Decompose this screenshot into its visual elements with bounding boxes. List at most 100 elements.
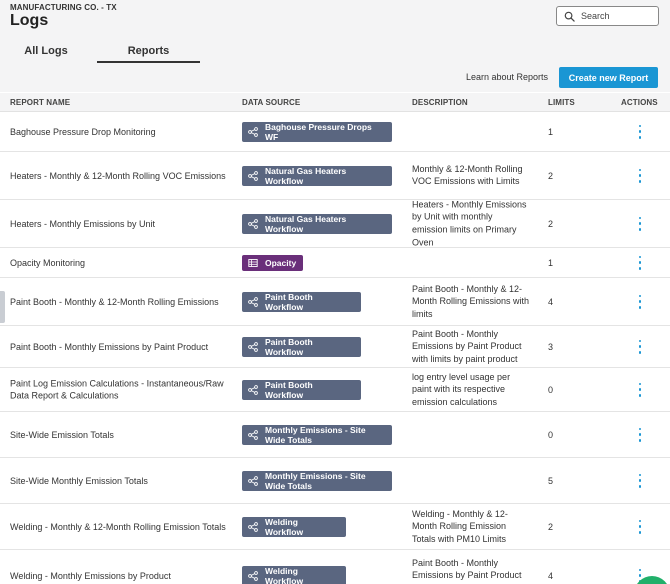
data-source-label: Paint Booth Workflow bbox=[265, 336, 313, 357]
report-limits: 5 bbox=[548, 475, 554, 486]
kebab-menu-icon bbox=[638, 519, 642, 523]
report-name[interactable]: Welding - Monthly Emissions by Product bbox=[10, 569, 232, 582]
kebab-menu-icon bbox=[638, 427, 642, 431]
data-source-label: Paint Booth Workflow bbox=[265, 379, 313, 400]
report-description: Welding - Monthly & 12-Month Rolling Emi… bbox=[412, 508, 508, 544]
table-row[interactable]: Welding - Monthly & 12-Month Rolling Emi… bbox=[0, 504, 670, 550]
report-limits: 4 bbox=[548, 296, 554, 307]
data-source-tag[interactable]: Welding Workflow bbox=[242, 516, 346, 537]
data-source-label: Natural Gas Heaters Workflow bbox=[265, 165, 347, 186]
report-description: Paint Booth - Monthly & 12-Month Rolling… bbox=[412, 283, 530, 319]
column-actions: ACTIONS bbox=[621, 98, 658, 107]
row-actions-menu[interactable] bbox=[634, 339, 646, 354]
workflow-icon bbox=[248, 341, 258, 352]
workflow-icon bbox=[248, 170, 258, 181]
row-actions-menu[interactable] bbox=[634, 427, 646, 442]
report-name[interactable]: Site-Wide Emission Totals bbox=[10, 428, 232, 441]
tab-reports[interactable]: Reports bbox=[97, 40, 200, 63]
search-icon bbox=[564, 11, 575, 22]
report-name[interactable]: Paint Booth - Monthly Emissions by Paint… bbox=[10, 340, 232, 353]
data-source-label: Natural Gas Heaters Workflow bbox=[265, 213, 347, 234]
data-source-tag[interactable]: Baghouse Pressure Drops WF bbox=[242, 121, 392, 142]
table-row[interactable]: Paint Log Emission Calculations - Instan… bbox=[0, 368, 670, 412]
data-source-tag[interactable]: Monthly Emissions - Site Wide Totals bbox=[242, 424, 392, 445]
table-header: REPORT NAME DATA SOURCE DESCRIPTION LIMI… bbox=[0, 93, 670, 112]
data-source-tag[interactable]: Natural Gas Heaters Workflow bbox=[242, 165, 392, 186]
workflow-icon bbox=[248, 126, 258, 137]
table-row[interactable]: Paint Booth - Monthly & 12-Month Rolling… bbox=[0, 278, 670, 326]
table-row[interactable]: Paint Booth - Monthly Emissions by Paint… bbox=[0, 326, 670, 368]
data-source-tag[interactable]: Opacity bbox=[242, 254, 303, 271]
report-name[interactable]: Heaters - Monthly & 12-Month Rolling VOC… bbox=[10, 169, 232, 182]
kebab-menu-icon bbox=[638, 168, 642, 172]
search-box[interactable] bbox=[556, 6, 659, 26]
data-source-label: Paint Booth Workflow bbox=[265, 291, 313, 312]
report-description: Paint Booth - Monthly Emissions by Paint… bbox=[412, 328, 522, 364]
workflow-icon bbox=[248, 218, 258, 229]
data-source-label: Welding Workflow bbox=[265, 565, 304, 584]
report-name[interactable]: Opacity Monitoring bbox=[10, 256, 232, 269]
row-actions-menu[interactable] bbox=[634, 216, 646, 231]
report-name[interactable]: Heaters - Monthly Emissions by Unit bbox=[10, 217, 232, 230]
row-actions-menu[interactable] bbox=[634, 473, 646, 488]
report-name[interactable]: Paint Log Emission Calculations - Instan… bbox=[10, 377, 232, 402]
create-report-button[interactable]: Create new Report bbox=[559, 67, 658, 88]
data-source-label: Monthly Emissions - Site Wide Totals bbox=[265, 424, 366, 445]
row-actions-menu[interactable] bbox=[634, 382, 646, 397]
tab-bar: All Logs Reports bbox=[0, 40, 670, 63]
reports-toolbar: Learn about Reports Create new Report bbox=[0, 63, 670, 93]
report-limits: 0 bbox=[548, 384, 554, 395]
report-limits: 2 bbox=[548, 170, 554, 181]
data-source-tag[interactable]: Natural Gas Heaters Workflow bbox=[242, 213, 392, 234]
learn-about-reports-link[interactable]: Learn about Reports bbox=[466, 72, 548, 82]
data-source-tag[interactable]: Paint Booth Workflow bbox=[242, 291, 361, 312]
report-name[interactable]: Welding - Monthly & 12-Month Rolling Emi… bbox=[10, 520, 232, 533]
workflow-icon bbox=[248, 429, 258, 440]
row-actions-menu[interactable] bbox=[634, 168, 646, 183]
table-row[interactable]: Baghouse Pressure Drop Monitoring Baghous… bbox=[0, 112, 670, 152]
search-input[interactable] bbox=[581, 11, 656, 21]
report-limits: 1 bbox=[548, 257, 554, 268]
workflow-icon bbox=[248, 296, 258, 307]
report-limits: 2 bbox=[548, 521, 554, 532]
report-description: Heaters - Monthly Emissions by Unit with… bbox=[412, 198, 527, 248]
report-limits: 1 bbox=[548, 126, 554, 137]
table-row[interactable]: Site-Wide Monthly Emission Totals Monthly… bbox=[0, 458, 670, 504]
tab-all-logs[interactable]: All Logs bbox=[0, 40, 92, 63]
table-row[interactable]: Heaters - Monthly Emissions by Unit Natur… bbox=[0, 198, 670, 248]
report-name[interactable]: Baghouse Pressure Drop Monitoring bbox=[10, 125, 232, 138]
report-description: Paint Booth - Monthly Emissions by Paint… bbox=[412, 557, 529, 584]
report-description: log entry level usage per paint with its… bbox=[412, 371, 511, 407]
report-limits: 2 bbox=[548, 218, 554, 229]
column-description: DESCRIPTION bbox=[412, 98, 468, 107]
data-source-tag[interactable]: Welding Workflow bbox=[242, 565, 346, 584]
table-row[interactable]: Heaters - Monthly & 12-Month Rolling VOC… bbox=[0, 152, 670, 200]
report-limits: 3 bbox=[548, 341, 554, 352]
row-actions-menu[interactable] bbox=[634, 255, 646, 270]
report-name[interactable]: Site-Wide Monthly Emission Totals bbox=[10, 474, 232, 487]
report-name[interactable]: Paint Booth - Monthly & 12-Month Rolling… bbox=[10, 295, 232, 308]
kebab-menu-icon bbox=[638, 473, 642, 477]
row-actions-menu[interactable] bbox=[634, 294, 646, 309]
table-row[interactable]: Welding - Monthly Emissions by Product We… bbox=[0, 550, 670, 584]
page-title: Logs bbox=[10, 12, 49, 29]
column-data-source: DATA SOURCE bbox=[242, 98, 301, 107]
table-row[interactable]: Site-Wide Emission Totals Monthly Emissio… bbox=[0, 412, 670, 458]
workflow-icon bbox=[248, 384, 258, 395]
report-description: Monthly & 12-Month Rolling VOC Emissions… bbox=[412, 163, 523, 187]
table-row[interactable]: Opacity Monitoring Opacity 1 bbox=[0, 248, 670, 278]
workflow-icon bbox=[248, 475, 258, 486]
workflow-icon bbox=[248, 570, 258, 581]
data-source-label: Baghouse Pressure Drops WF bbox=[265, 121, 372, 142]
kebab-menu-icon bbox=[638, 382, 642, 386]
data-source-tag[interactable]: Paint Booth Workflow bbox=[242, 336, 361, 357]
row-actions-menu[interactable] bbox=[634, 124, 646, 139]
row-actions-menu[interactable] bbox=[634, 519, 646, 534]
company-name: MANUFACTURING CO. - TX bbox=[10, 3, 117, 12]
side-panel-handle[interactable] bbox=[0, 291, 5, 323]
workflow-icon bbox=[248, 521, 258, 532]
report-limits: 0 bbox=[548, 429, 554, 440]
report-limits: 4 bbox=[548, 570, 554, 581]
data-source-tag[interactable]: Paint Booth Workflow bbox=[242, 379, 361, 400]
data-source-tag[interactable]: Monthly Emissions - Site Wide Totals bbox=[242, 470, 392, 491]
